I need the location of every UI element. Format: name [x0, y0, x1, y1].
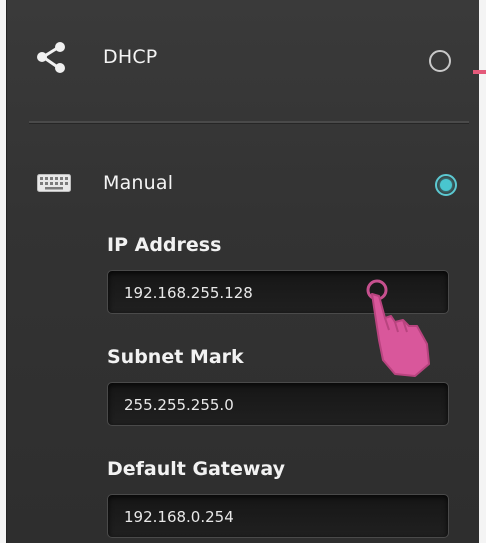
- manual-option-row[interactable]: Manual: [7, 160, 479, 206]
- default-gateway-label: Default Gateway: [107, 458, 286, 480]
- dhcp-label: DHCP: [103, 46, 158, 68]
- screen: DHCP Manual IP Address 192.168.255.128 S…: [0, 0, 486, 543]
- default-gateway-field[interactable]: 192.168.0.254: [107, 494, 449, 538]
- section-divider: [29, 121, 469, 124]
- dhcp-option-row[interactable]: DHCP: [7, 26, 486, 92]
- subnet-mask-label: Subnet Mark: [107, 346, 244, 368]
- keyboard-icon: [37, 174, 71, 192]
- manual-radio[interactable]: [435, 174, 457, 196]
- ip-address-label: IP Address: [107, 234, 222, 256]
- edge-indicator: [473, 70, 486, 74]
- dhcp-radio[interactable]: [429, 50, 451, 72]
- subnet-mask-field[interactable]: 255.255.255.0: [107, 382, 449, 426]
- share-icon: [37, 42, 65, 73]
- manual-label: Manual: [103, 172, 174, 194]
- touch-pointer-icon: [366, 279, 430, 377]
